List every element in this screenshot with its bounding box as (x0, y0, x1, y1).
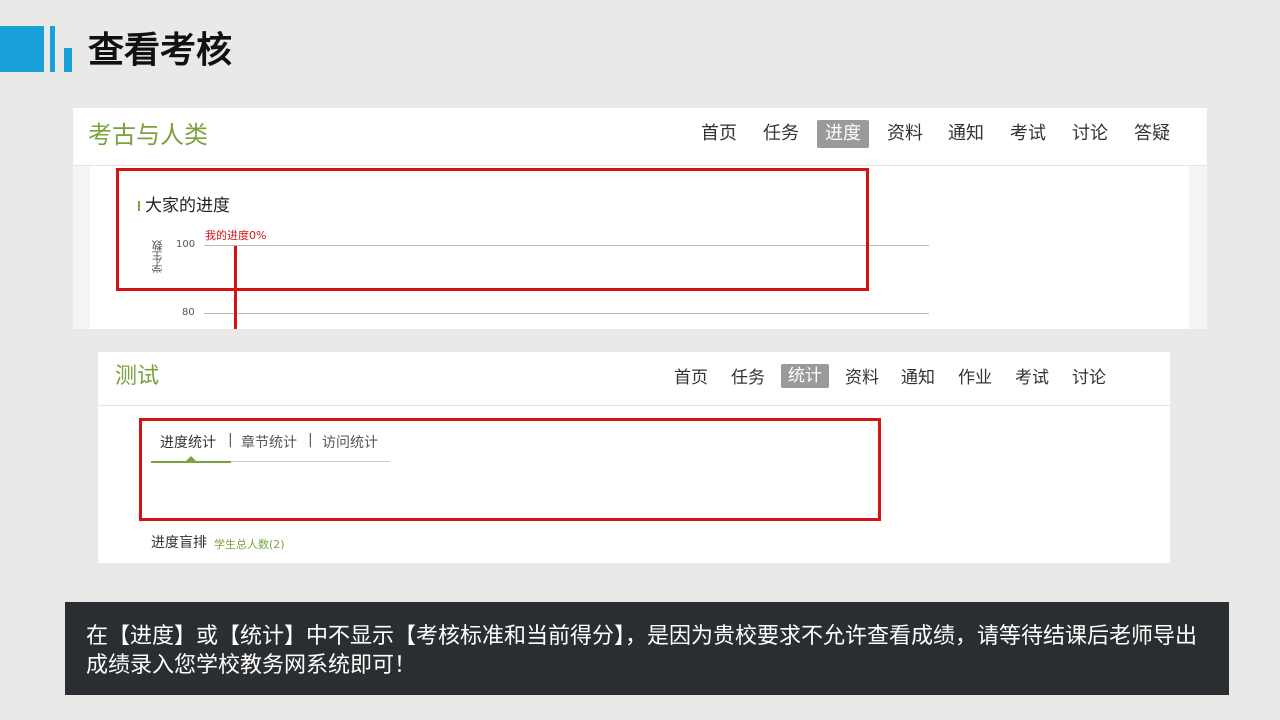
y-tick-label: 80 (182, 307, 195, 318)
nav-item-progress[interactable]: 进度 (817, 120, 869, 148)
course-title[interactable]: 测试 (115, 362, 159, 392)
nav-item-notices[interactable]: 通知 (901, 364, 935, 392)
nav-item-discussion[interactable]: 讨论 (1072, 364, 1106, 392)
nav-item-tasks[interactable]: 任务 (763, 120, 799, 148)
nav-item-qa[interactable]: 答疑 (1134, 120, 1170, 148)
nav-item-stats[interactable]: 统计 (781, 364, 829, 388)
nav-item-home[interactable]: 首页 (701, 120, 737, 148)
accent-bar-short (64, 48, 72, 72)
ranking-title: 进度盲排 (151, 535, 207, 551)
nav-item-exams[interactable]: 考试 (1010, 120, 1046, 148)
gridline (204, 313, 929, 314)
course-header: 考古与人类 首页 任务 进度 资料 通知 考试 讨论 答疑 (73, 108, 1207, 166)
slide-title: 查看考核 (88, 30, 233, 71)
student-count: 学生总人数(2) (214, 538, 285, 551)
course-title[interactable]: 考古与人类 (88, 118, 208, 152)
accent-bar-thin (50, 26, 55, 72)
notice-box: 在【进度】或【统计】中不显示【考核标准和当前得分】，是因为贵校要求不允许查看成绩… (65, 602, 1229, 695)
highlight-box (116, 168, 869, 291)
nav-item-discussion[interactable]: 讨论 (1072, 120, 1108, 148)
highlight-box (139, 418, 881, 521)
nav-item-exams[interactable]: 考试 (1015, 364, 1049, 392)
notice-text: 在【进度】或【统计】中不显示【考核标准和当前得分】，是因为贵校要求不允许查看成绩… (86, 624, 1198, 678)
nav-item-notices[interactable]: 通知 (948, 120, 984, 148)
nav-item-materials[interactable]: 资料 (845, 364, 879, 392)
nav-item-homework[interactable]: 作业 (958, 364, 992, 392)
course-header: 测试 首页 任务 统计 资料 通知 作业 考试 讨论 (98, 352, 1170, 406)
nav-item-home[interactable]: 首页 (674, 364, 708, 392)
nav-item-tasks[interactable]: 任务 (731, 364, 765, 392)
accent-bar (0, 26, 44, 72)
nav-item-materials[interactable]: 资料 (887, 120, 923, 148)
